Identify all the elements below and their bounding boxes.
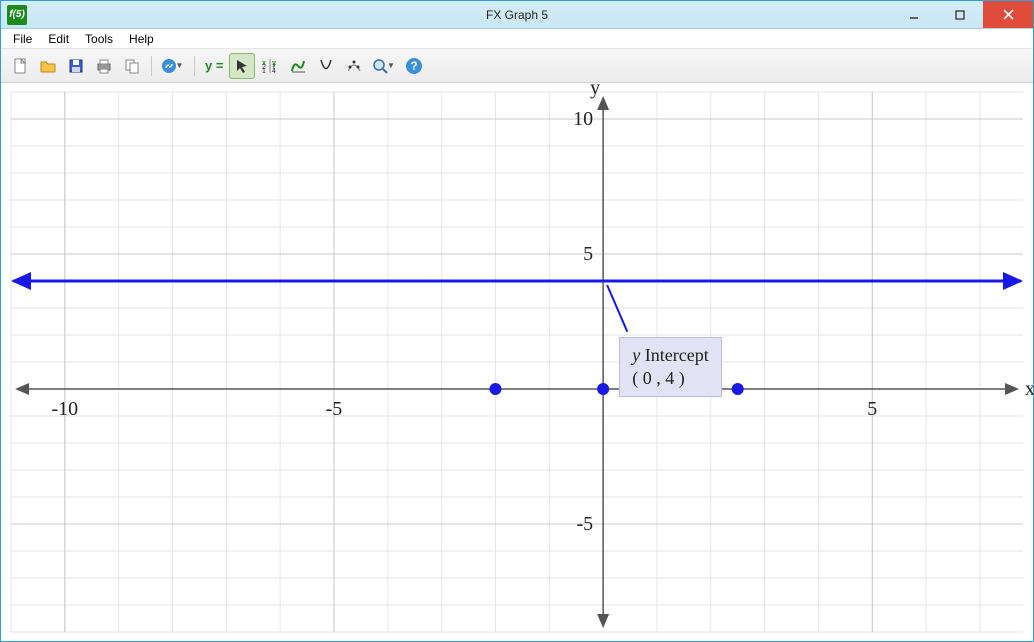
svg-text:5: 5: [867, 398, 877, 420]
points-tool-icon: [345, 57, 363, 75]
points-tool-button[interactable]: [341, 53, 367, 79]
toolbar-separator: [194, 56, 195, 76]
axes-settings-button[interactable]: x y 1 4 2 7: [257, 53, 283, 79]
new-button[interactable]: [7, 53, 33, 79]
axes-settings-icon: x y 1 4 2 7: [260, 57, 280, 75]
window-controls: [891, 1, 1033, 28]
curve-tool-button[interactable]: [285, 53, 311, 79]
close-button[interactable]: [983, 1, 1033, 28]
minimize-button[interactable]: [891, 1, 937, 28]
parabola-tool-button[interactable]: [313, 53, 339, 79]
svg-text:y: y: [590, 83, 600, 99]
window-title: FX Graph 5: [1, 8, 1033, 22]
copy-icon: [123, 57, 141, 75]
graph-canvas[interactable]: y x -10 -5 5 -5 5 10 y Intercept ( 0 , 4 ): [1, 83, 1033, 641]
menu-file[interactable]: File: [5, 30, 40, 48]
svg-text:-5: -5: [326, 398, 343, 420]
plot-svg: y x -10 -5 5 -5 5 10: [1, 83, 1033, 641]
link-button[interactable]: ▼: [158, 53, 188, 79]
annotation-title: y Intercept: [632, 344, 708, 367]
select-arrow-icon: [233, 57, 251, 75]
select-tool-button[interactable]: [229, 53, 255, 79]
function-label[interactable]: y =: [201, 58, 227, 73]
print-button[interactable]: [91, 53, 117, 79]
svg-text:?: ?: [411, 59, 418, 73]
save-icon: [67, 57, 85, 75]
toolbar-separator: [151, 56, 152, 76]
svg-text:-5: -5: [576, 513, 593, 535]
svg-text:5: 5: [583, 243, 593, 265]
titlebar: f(5) FX Graph 5: [1, 1, 1033, 29]
new-file-icon: [11, 57, 29, 75]
svg-text:2: 2: [262, 64, 266, 71]
chevron-down-icon: ▼: [176, 61, 187, 70]
annotation-box[interactable]: y Intercept ( 0 , 4 ): [619, 337, 721, 398]
menubar: File Edit Tools Help: [1, 29, 1033, 49]
menu-tools[interactable]: Tools: [77, 30, 121, 48]
chevron-down-icon: ▼: [387, 61, 398, 70]
copy-button[interactable]: [119, 53, 145, 79]
help-icon: ?: [405, 57, 423, 75]
parabola-tool-icon: [317, 57, 335, 75]
app-icon: f(5): [7, 5, 27, 25]
save-button[interactable]: [63, 53, 89, 79]
open-button[interactable]: [35, 53, 61, 79]
menu-edit[interactable]: Edit: [40, 30, 77, 48]
svg-text:-10: -10: [51, 398, 78, 420]
open-folder-icon: [39, 57, 57, 75]
zoom-button[interactable]: ▼: [369, 53, 399, 79]
print-icon: [95, 57, 113, 75]
svg-text:x: x: [1025, 378, 1033, 400]
help-button[interactable]: ?: [401, 53, 427, 79]
curve-tool-icon: [289, 57, 307, 75]
menu-help[interactable]: Help: [121, 30, 162, 48]
svg-text:10: 10: [573, 108, 593, 130]
toolbar: ▼ y = x y 1 4 2 7 ▼ ?: [1, 49, 1033, 83]
maximize-button[interactable]: [937, 1, 983, 28]
annotation-coords: ( 0 , 4 ): [632, 367, 708, 390]
svg-text:7: 7: [272, 64, 276, 71]
